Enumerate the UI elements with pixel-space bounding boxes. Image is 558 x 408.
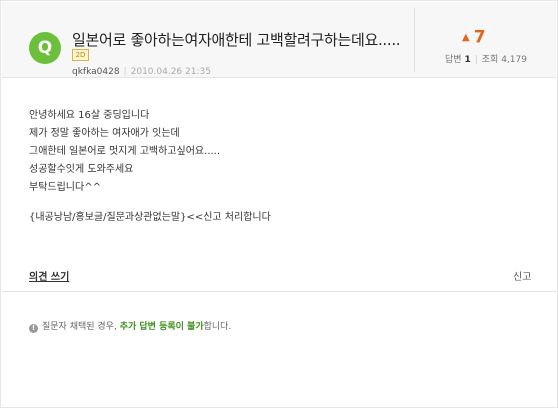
author-link[interactable]: qkfka0428 xyxy=(72,67,120,77)
body-line: 그애한테 일본어로 멋지게 고백하고싶어요..... xyxy=(29,146,221,157)
level-tag: 2D xyxy=(72,49,89,61)
answers-label: 답변 xyxy=(445,55,462,65)
notice-prefix: 질문자 채택된 경우, xyxy=(42,322,120,332)
recommend-score[interactable]: ▲ 7 xyxy=(462,27,486,48)
answers-count: 1 xyxy=(464,55,471,65)
header-divider xyxy=(414,8,415,72)
question-header: Q 일본어로 좋아하는여자애한테 고백할려구하는데요..... 2D qkfka… xyxy=(2,2,556,78)
score-number: 7 xyxy=(473,27,486,48)
info-icon: ! xyxy=(29,324,38,333)
answer-view-stats: 답변 1 | 조회 4,179 xyxy=(445,52,527,65)
thumbs-up-icon: ▲ xyxy=(462,32,470,43)
question-title: 일본어로 좋아하는여자애한테 고백할려구하는데요..... xyxy=(72,31,401,49)
answer-notice: ! 질문자 채택된 경우, 추가 답변 등록이 불가합니다. xyxy=(29,319,231,333)
question-date: 2010.04.26 21:35 xyxy=(130,67,211,77)
body-line: 성공할수잇게 도와주세요 xyxy=(29,164,134,175)
body-line: 안녕하세요 16살 중딩입니다 xyxy=(29,110,150,121)
notice-suffix: 합니다. xyxy=(203,322,232,332)
meta-separator: | xyxy=(123,67,127,77)
write-opinion-link[interactable]: 의견 쓰기 xyxy=(29,268,69,283)
body-line: 제가 정말 좋아하는 여자애가 잇는데 xyxy=(29,128,180,139)
section-divider xyxy=(2,291,556,292)
question-meta: qkfka0428 | 2010.04.26 21:35 xyxy=(72,67,211,77)
body-line: 부탁드립니다^^ xyxy=(29,182,101,193)
views-label: 조회 xyxy=(481,55,499,65)
question-panel: Q 일본어로 좋아하는여자애한테 고백할려구하는데요..... 2D qkfka… xyxy=(0,0,558,408)
question-body: 안녕하세요 16살 중딩입니다 제가 정말 좋아하는 여자애가 잇는데 그애한테… xyxy=(29,107,271,227)
report-note: {내공낭남/홍보글/질문과상관없는말}<<신고 처리합니다 xyxy=(29,212,271,223)
question-badge-icon: Q xyxy=(29,32,61,64)
report-link[interactable]: 신고 xyxy=(513,268,531,283)
notice-highlight: 추가 답변 등록이 불가 xyxy=(119,322,204,332)
views-count: 4,179 xyxy=(501,55,527,65)
stats-separator: | xyxy=(474,55,478,65)
